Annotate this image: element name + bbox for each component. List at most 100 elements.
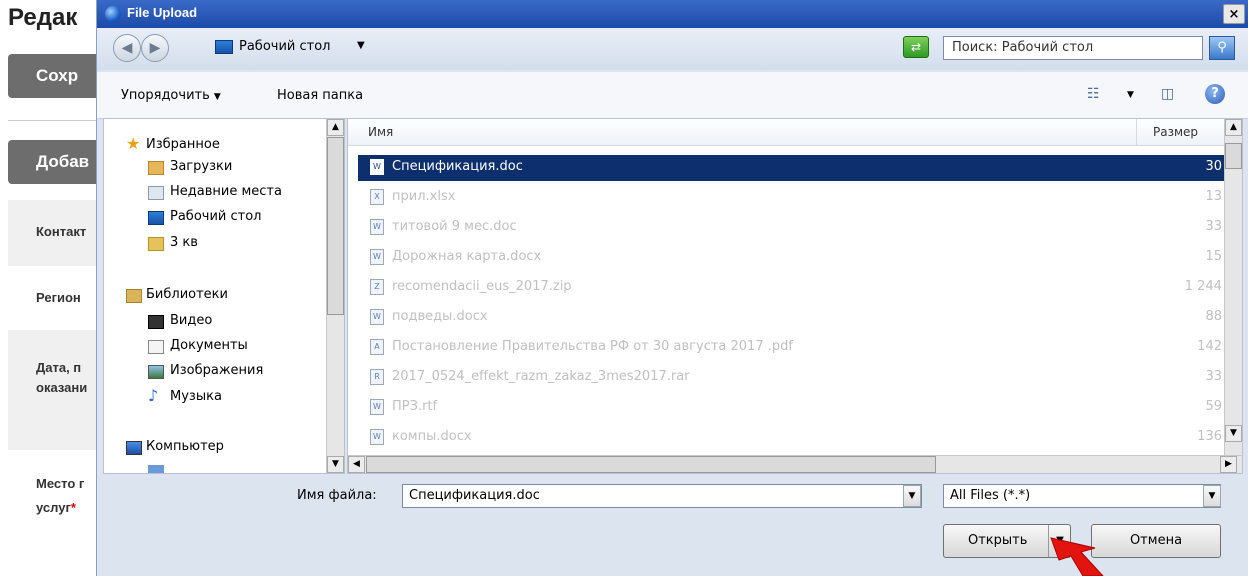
- file-list: Имя Размер W Спецификация.doc 30 Xприл.xlsx…: [347, 118, 1243, 474]
- file-row[interactable]: R 2017_0524_effekt_razm_zakaz_3mes2017.ra…: [358, 365, 1224, 391]
- recent-places-icon: [148, 186, 164, 200]
- column-name[interactable]: Имя: [368, 125, 393, 139]
- view-options-icon[interactable]: ☷: [1087, 86, 1100, 102]
- files-horizontal-scrollbar[interactable]: ◀ ▶: [348, 455, 1242, 473]
- file-row[interactable]: Wкомпы.docx 136: [358, 425, 1224, 451]
- forward-button[interactable]: ▶: [141, 34, 169, 62]
- filename-dropdown-icon[interactable]: ▼: [903, 485, 921, 507]
- file-row[interactable]: W ПРЗ.rtf 59: [358, 395, 1224, 421]
- favorites-star-icon: ★: [126, 134, 141, 153]
- file-size: 1 244: [1184, 279, 1222, 294]
- nav-recent[interactable]: Недавние места: [170, 184, 282, 199]
- nav-images[interactable]: Изображения: [170, 363, 263, 378]
- scroll-right-icon[interactable]: ▶: [1220, 456, 1237, 473]
- file-name: подведы.docx: [392, 309, 488, 324]
- file-size: 15: [1205, 249, 1222, 264]
- nav-vertical-scrollbar[interactable]: ▲ ▼: [326, 119, 344, 473]
- file-row[interactable]: W Спецификация.doc 30: [358, 155, 1224, 181]
- files-vertical-scrollbar[interactable]: ▲ ▼: [1224, 119, 1242, 455]
- file-name: титовой 9 мес.doc: [392, 219, 517, 234]
- nav-music[interactable]: Музыка: [170, 389, 222, 404]
- help-icon[interactable]: ?: [1205, 84, 1225, 104]
- file-upload-dialog: File Upload × ◀ ▶ Рабочий стол ▼ ▼ ⇄ Пои…: [96, 0, 1248, 576]
- file-name: 2017_0524_effekt_razm_zakaz_3mes2017.rar: [392, 369, 690, 384]
- filename-input[interactable]: Спецификация.doc: [402, 484, 922, 508]
- file-size: 136: [1197, 429, 1222, 444]
- file-size: 59: [1205, 399, 1222, 414]
- zip-icon: Z: [370, 279, 384, 295]
- file-row[interactable]: Wтитовой 9 мес.doc 33: [358, 215, 1224, 241]
- region-label: Регион: [36, 290, 81, 305]
- place-label-line2: услуг*: [36, 500, 76, 515]
- scroll-up-icon[interactable]: ▲: [327, 119, 344, 136]
- preview-pane-icon[interactable]: ◫: [1161, 86, 1174, 102]
- file-name: прил.xlsx: [392, 189, 456, 204]
- nav-downloads[interactable]: Загрузки: [170, 159, 232, 174]
- word-doc-icon: W: [370, 399, 384, 415]
- page-title: Редак: [8, 4, 78, 31]
- scroll-thumb[interactable]: [327, 137, 344, 315]
- file-type-dropdown-icon[interactable]: ▼: [1203, 485, 1221, 507]
- desktop-icon: [148, 211, 164, 225]
- desktop-icon: [215, 40, 233, 54]
- word-doc-icon: W: [370, 309, 384, 325]
- open-button-label: Открыть: [968, 533, 1028, 548]
- file-row[interactable]: Xприл.xlsx 13: [358, 185, 1224, 211]
- scroll-left-icon[interactable]: ◀: [348, 456, 365, 473]
- place-label-line1: Место г: [36, 476, 85, 491]
- file-size: 142: [1197, 339, 1222, 354]
- file-row[interactable]: Wподведы.docx 88: [358, 305, 1224, 331]
- scroll-down-icon[interactable]: ▼: [1225, 425, 1242, 442]
- pdf-icon: A: [370, 339, 384, 355]
- folder-icon: [148, 237, 164, 251]
- computer-icon: [126, 441, 142, 455]
- file-name: Дорожная карта.docx: [392, 249, 542, 264]
- column-size[interactable]: Размер: [1136, 119, 1224, 145]
- nav-desktop[interactable]: Рабочий стол: [170, 209, 261, 224]
- file-row[interactable]: W Дорожная карта.docx 15: [358, 245, 1224, 271]
- word-doc-icon: W: [370, 429, 384, 445]
- command-toolbar: Упорядочить ▼ Новая папка ☷ ▼ ◫ ?: [97, 72, 1248, 119]
- file-type-select[interactable]: All Files (*.*): [943, 484, 1221, 508]
- organize-menu[interactable]: Упорядочить ▼: [121, 88, 221, 103]
- filename-label: Имя файла:: [297, 488, 377, 503]
- scroll-thumb[interactable]: [366, 456, 936, 473]
- libraries-icon: [126, 289, 142, 303]
- file-name: компы.docx: [392, 429, 472, 444]
- file-name: recomendacii_eus_2017.zip: [392, 279, 572, 294]
- nav-libraries[interactable]: Библиотеки: [146, 287, 228, 302]
- nav-favorites[interactable]: Избранное: [146, 137, 220, 152]
- word-doc-icon: W: [370, 219, 384, 235]
- nav-folder-3kv[interactable]: 3 кв: [170, 235, 198, 250]
- view-dropdown-icon[interactable]: ▼: [1127, 90, 1134, 100]
- file-row[interactable]: Zrecomendacii_eus_2017.zip 1 244: [358, 275, 1224, 301]
- nav-documents[interactable]: Документы: [170, 338, 248, 353]
- file-size: 33: [1205, 219, 1222, 234]
- nav-computer[interactable]: Компьютер: [146, 439, 224, 454]
- word-doc-icon: W: [370, 159, 384, 175]
- downloads-folder-icon: [148, 161, 164, 175]
- address-breadcrumb[interactable]: Рабочий стол ▼ ▼: [207, 36, 995, 60]
- close-button[interactable]: ×: [1223, 4, 1245, 24]
- dialog-titlebar[interactable]: File Upload ×: [97, 0, 1248, 28]
- address-text: Рабочий стол: [239, 39, 331, 54]
- images-icon: [148, 365, 164, 379]
- scroll-thumb[interactable]: [1225, 143, 1242, 169]
- file-row[interactable]: A Постановление Правительства РФ от 30 ав…: [358, 335, 1224, 361]
- video-icon: [148, 315, 164, 329]
- file-size: 30: [1205, 159, 1222, 174]
- file-size: 33: [1205, 369, 1222, 384]
- music-icon: ♪: [148, 386, 159, 405]
- new-folder-button[interactable]: Новая папка: [277, 88, 363, 103]
- breadcrumb-arrow-icon[interactable]: ▼: [357, 40, 365, 51]
- browser-logo-icon: [105, 6, 121, 22]
- address-bar-area: ◀ ▶ Рабочий стол ▼ ▼ ⇄ Поиск: Рабочий ст…: [97, 28, 1248, 70]
- scroll-up-icon[interactable]: ▲: [1225, 119, 1242, 136]
- search-icon[interactable]: ⚲: [1209, 36, 1235, 60]
- back-button[interactable]: ◀: [113, 34, 141, 62]
- search-input[interactable]: Поиск: Рабочий стол: [943, 36, 1203, 60]
- scroll-down-icon[interactable]: ▼: [327, 456, 344, 473]
- refresh-button[interactable]: ⇄: [903, 36, 929, 58]
- nav-video[interactable]: Видео: [170, 313, 212, 328]
- file-name: ПРЗ.rtf: [392, 399, 438, 414]
